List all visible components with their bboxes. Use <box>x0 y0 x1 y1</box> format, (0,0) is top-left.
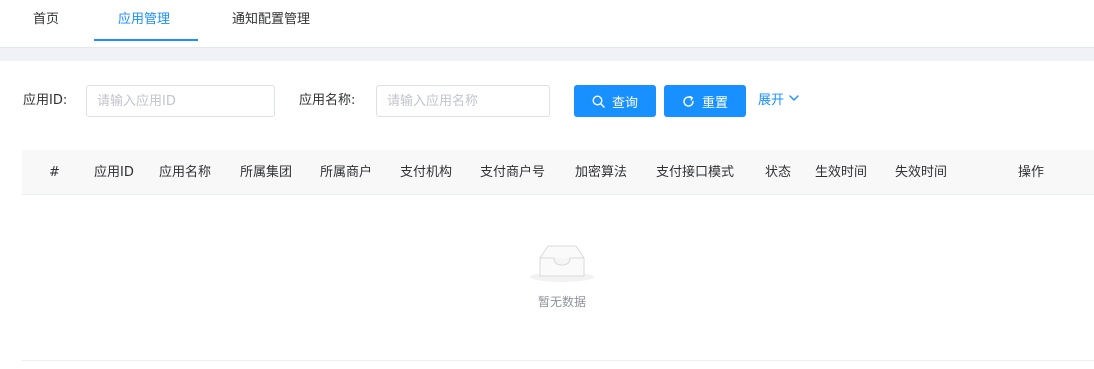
column-header-payment-institution: 支付机构 <box>400 165 453 180</box>
active-tab-indicator <box>94 39 198 41</box>
table-header: # 应用ID 应用名称 所属集团 所属商户 支付机构 支付商户号 加密算法 支付… <box>22 150 1094 195</box>
column-header-actions: 操作 <box>1018 165 1045 180</box>
page-divider-band <box>0 48 1094 61</box>
column-header-interface-mode: 支付接口模式 <box>656 165 735 180</box>
app-name-input[interactable] <box>376 85 550 117</box>
column-header-effective-time: 生效时间 <box>815 165 868 180</box>
refresh-icon <box>682 95 695 108</box>
tab-notification-config[interactable]: 通知配置管理 <box>232 0 310 42</box>
app-id-input[interactable] <box>86 85 275 117</box>
column-header-index: # <box>49 165 60 180</box>
tab-home[interactable]: 首页 <box>33 0 59 42</box>
empty-inbox-icon <box>530 240 596 284</box>
column-header-merchant: 所属商户 <box>320 165 373 180</box>
chevron-down-icon <box>788 91 800 111</box>
query-button-label: 查询 <box>611 95 638 111</box>
app-name-label: 应用名称: <box>299 93 356 108</box>
column-header-app-name: 应用名称 <box>159 165 212 180</box>
tab-app-management[interactable]: 应用管理 <box>118 0 170 42</box>
reset-button[interactable]: 重置 <box>664 85 746 117</box>
empty-state-text: 暂无数据 <box>537 295 586 309</box>
search-icon <box>592 94 605 108</box>
column-header-payment-merchant-no: 支付商户号 <box>480 165 546 180</box>
column-header-group: 所属集团 <box>240 165 293 180</box>
column-header-status: 状态 <box>765 165 792 180</box>
column-header-expiry-time: 失效时间 <box>895 165 948 180</box>
column-header-encryption: 加密算法 <box>575 165 628 180</box>
reset-button-label: 重置 <box>701 95 728 111</box>
expand-toggle[interactable]: 展开 <box>758 91 800 111</box>
expand-label: 展开 <box>758 93 785 108</box>
query-button[interactable]: 查询 <box>574 85 656 117</box>
tab-bar: 首页 应用管理 通知配置管理 <box>0 0 1094 48</box>
app-id-label: 应用ID: <box>23 93 68 108</box>
column-header-app-id: 应用ID <box>94 165 134 180</box>
